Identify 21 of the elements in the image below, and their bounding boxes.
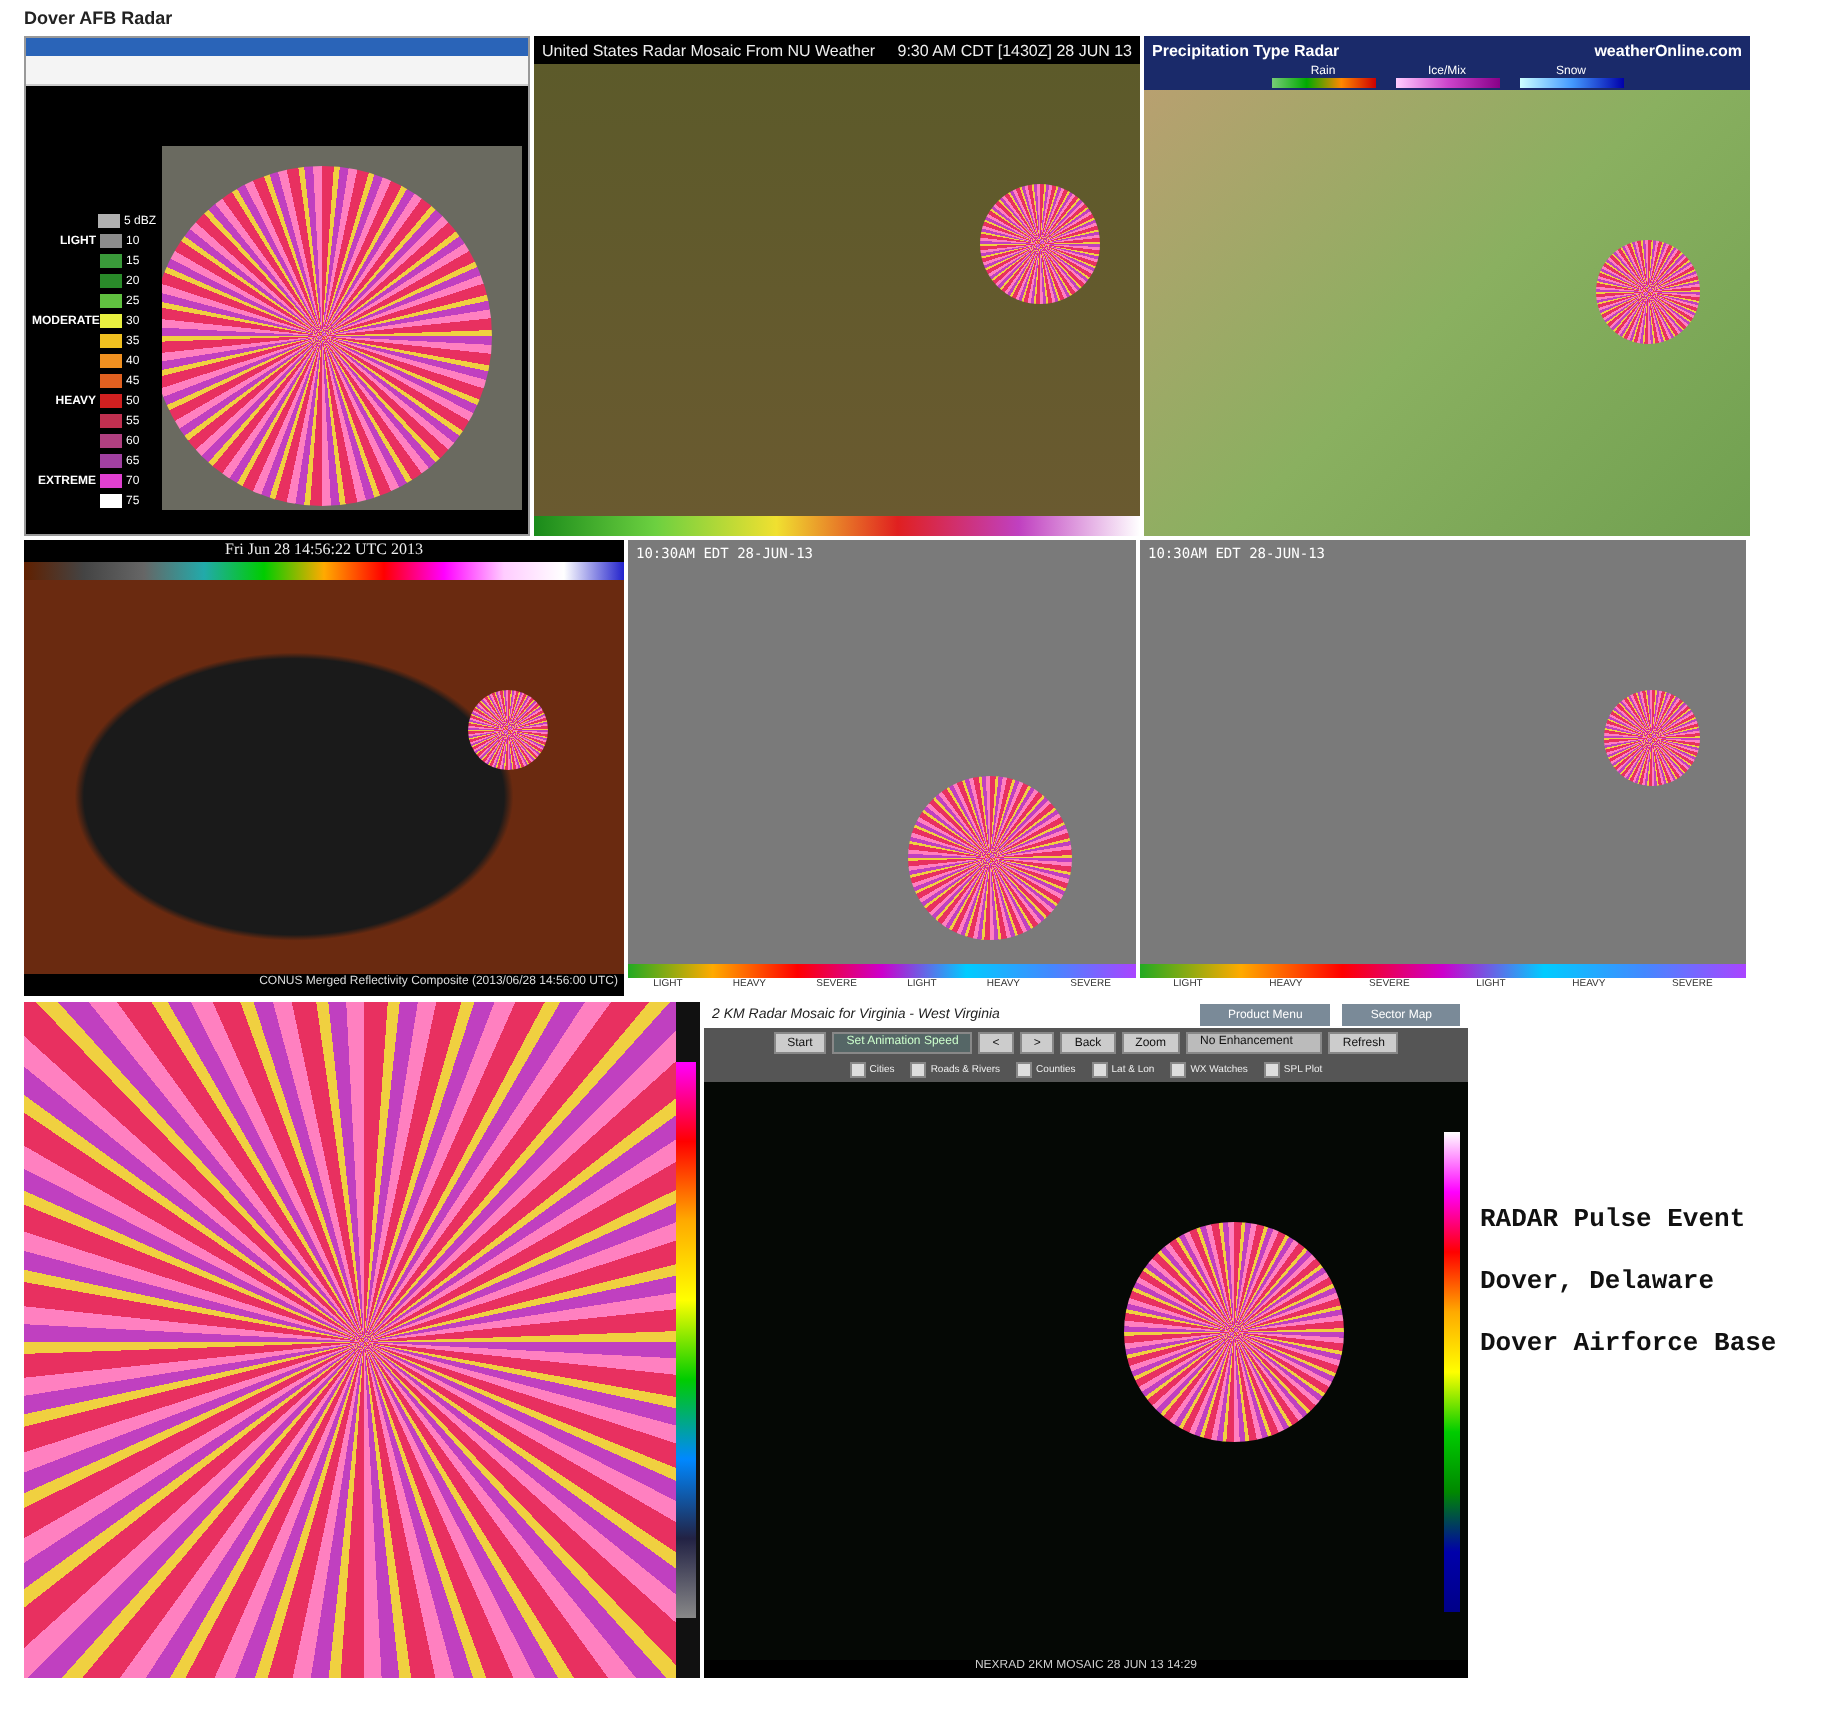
color-scale-bar — [1519, 78, 1623, 88]
map-title: United States Radar Mosaic From NU Weather — [542, 41, 876, 59]
radar-sweep-drawing — [1596, 240, 1700, 344]
checkbox[interactable] — [849, 1062, 866, 1078]
checkbox[interactable] — [1170, 1062, 1187, 1078]
checkbox[interactable] — [1263, 1062, 1280, 1078]
caption-text: RADAR Pulse Event — [1480, 1203, 1748, 1233]
checkbox[interactable] — [1091, 1062, 1108, 1078]
radar-sweep-drawing — [468, 690, 548, 770]
map-title: Fri Jun 28 14:56:22 UTC 2013 — [223, 540, 425, 562]
color-scale-bar — [1271, 78, 1375, 88]
checkbox[interactable] — [1016, 1062, 1033, 1078]
caption-text: Dover, Delaware — [1480, 1265, 1717, 1295]
radar-sweep-drawing — [1604, 690, 1700, 786]
map-title: Precipitation Type Radar — [1152, 41, 1340, 59]
page-title: Dover AFB Radar — [24, 6, 175, 32]
color-scale-bar — [1395, 78, 1499, 88]
timestamp: 9:30 AM CDT [1430Z] 28 JUN 13 — [897, 41, 1132, 59]
checkbox[interactable] — [910, 1062, 927, 1078]
caption-text: Dover Airforce Base — [1480, 1327, 1777, 1357]
source-label: weatherOnline.com — [1594, 41, 1742, 59]
